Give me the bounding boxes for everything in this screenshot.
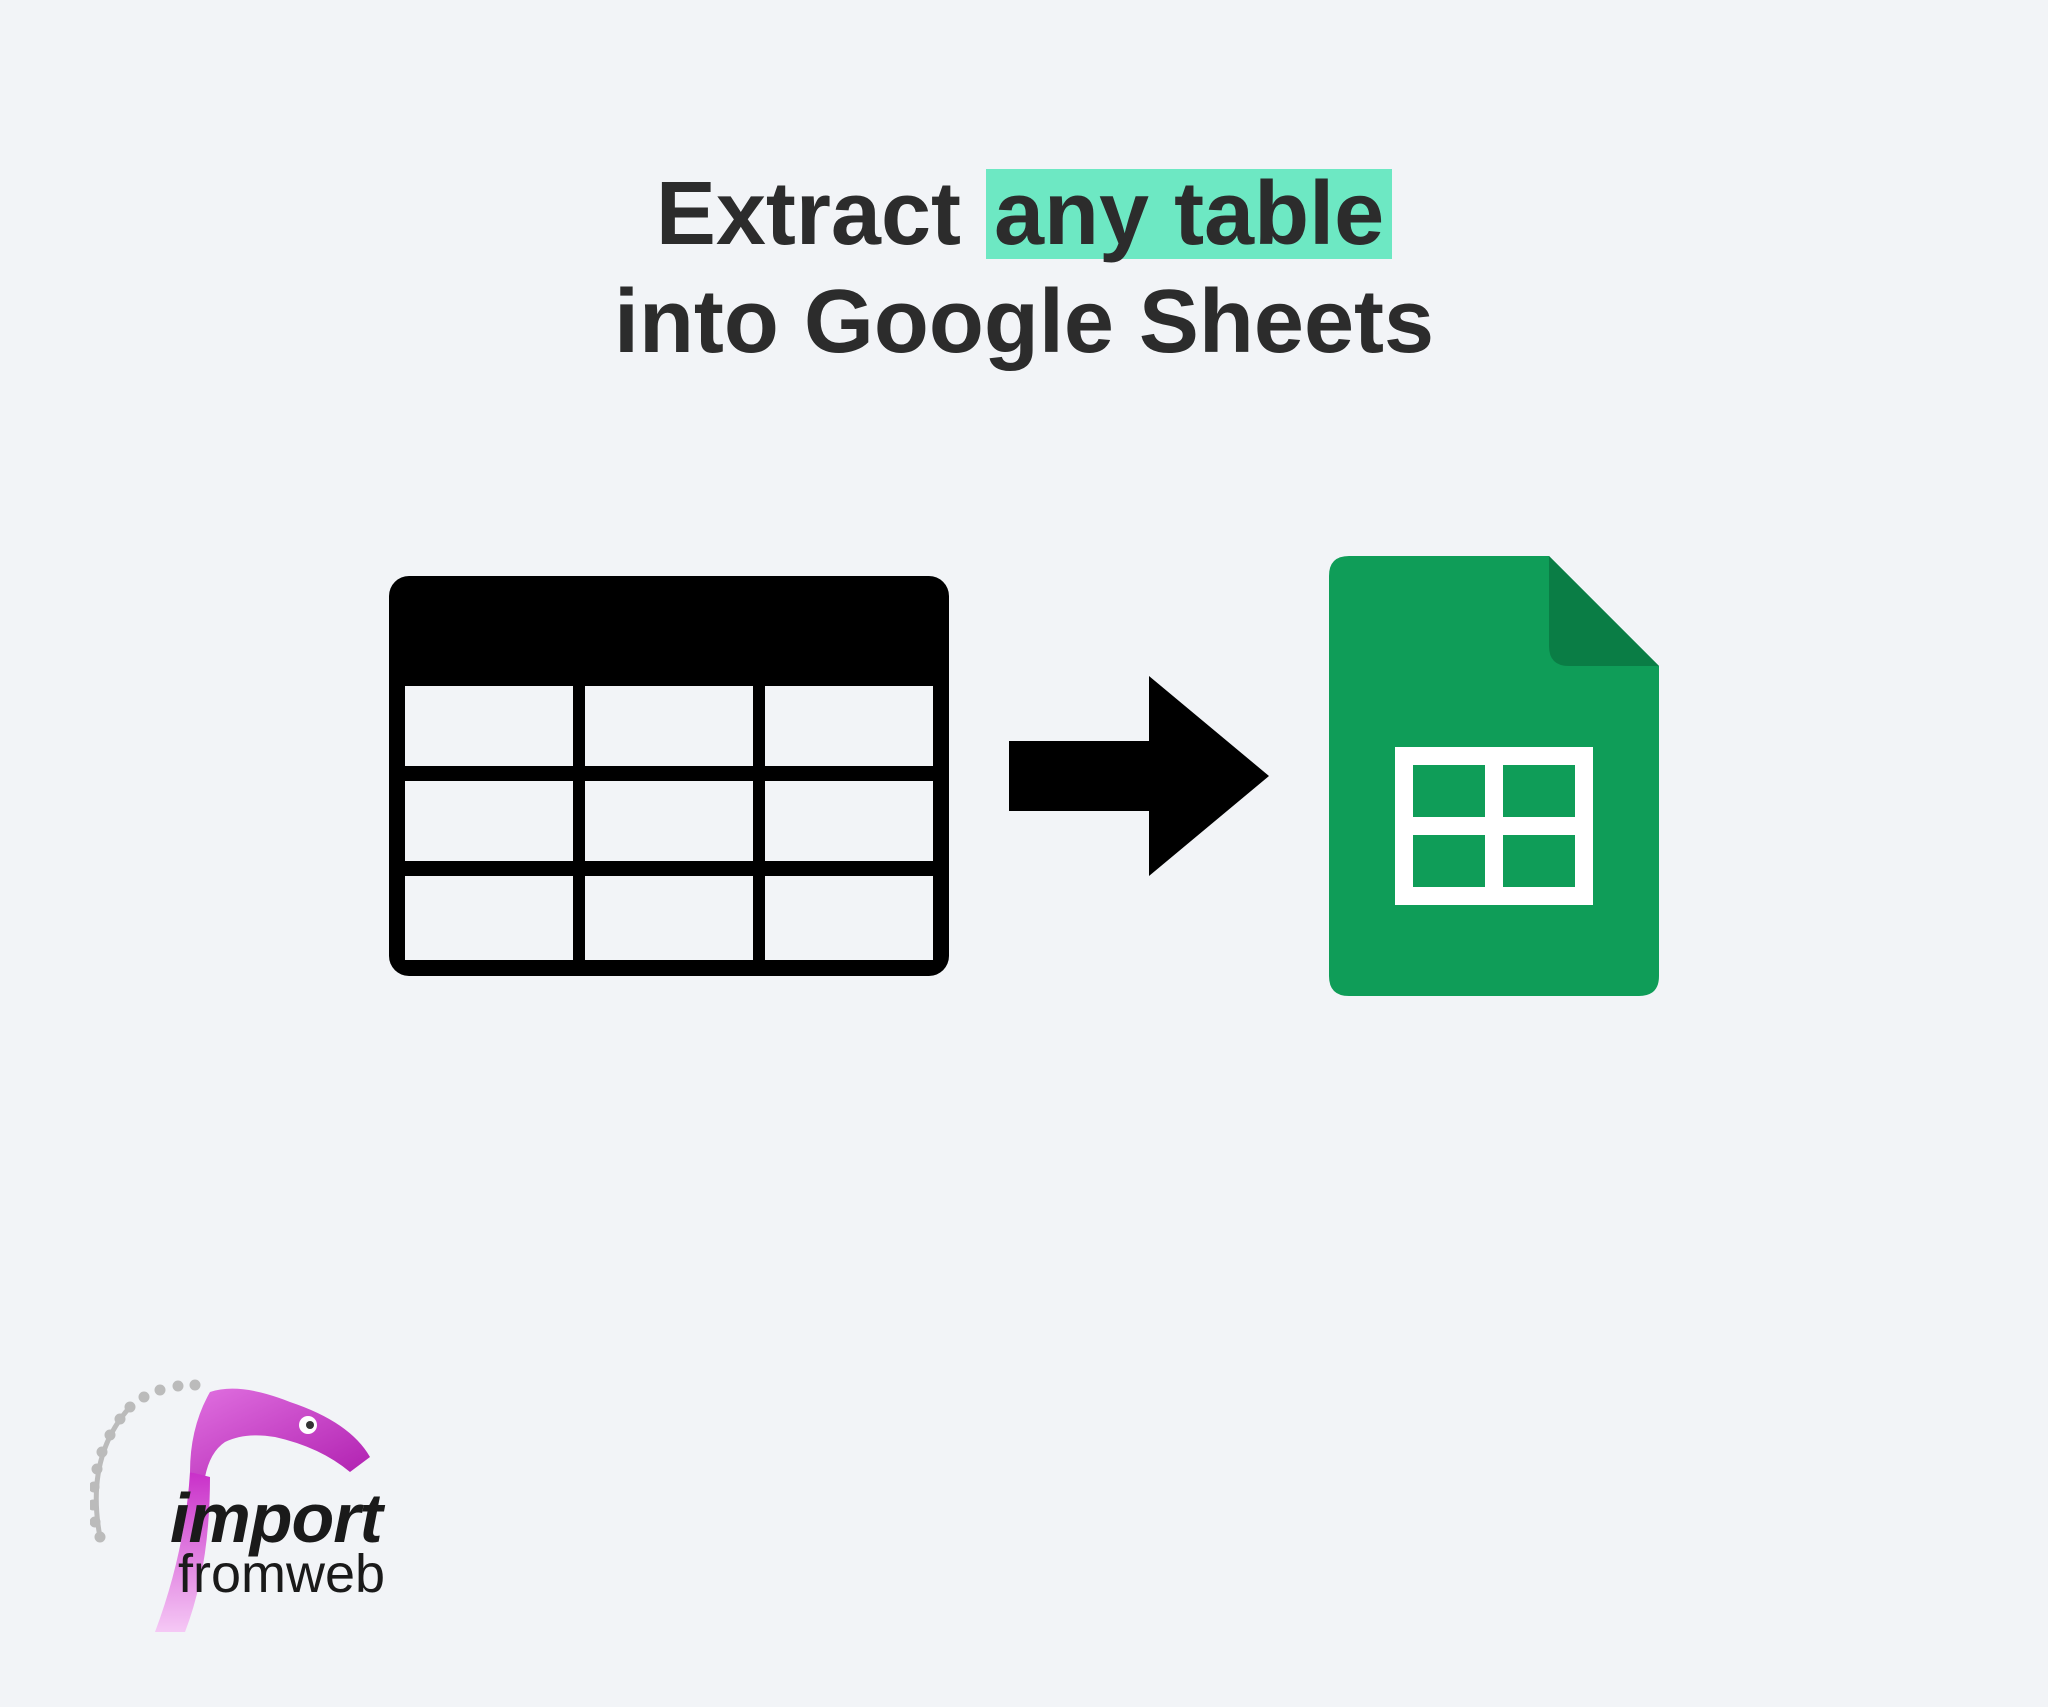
logo-text: import fromweb xyxy=(170,1487,385,1599)
arrow-right-icon xyxy=(1009,676,1269,876)
table-icon xyxy=(389,576,949,976)
headline-prefix: Extract xyxy=(656,164,961,264)
headline: Extract any table into Google Sheets xyxy=(100,160,1948,376)
headline-line1: Extract any table xyxy=(100,160,1948,268)
headline-highlight: any table xyxy=(986,164,1392,264)
logo-line2: fromweb xyxy=(178,1550,385,1599)
headline-line2: into Google Sheets xyxy=(100,268,1948,376)
google-sheets-icon xyxy=(1329,556,1659,996)
logo-line1: import xyxy=(170,1487,385,1550)
brand-logo: import fromweb xyxy=(40,1367,460,1647)
diagram xyxy=(100,556,1948,996)
